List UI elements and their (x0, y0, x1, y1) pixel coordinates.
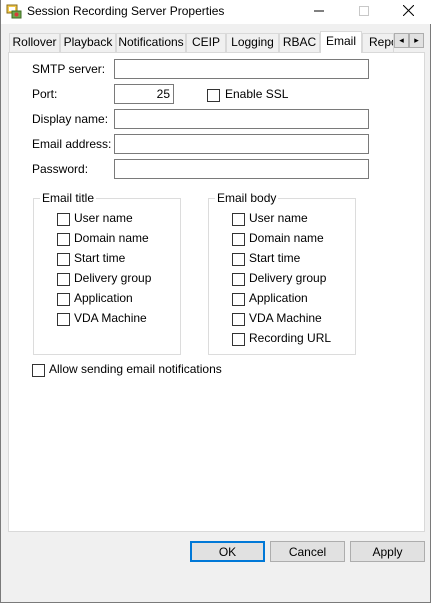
body-recording-url-checkbox[interactable] (232, 333, 245, 346)
body-recording-url-label: Recording URL (249, 331, 332, 345)
arrow-left-icon: ◂ (399, 35, 404, 45)
minimize-icon (313, 5, 324, 19)
title-delivery-group-label: Delivery group (74, 271, 152, 285)
smtp-server-label: SMTP server: (32, 62, 106, 76)
body-vda-machine-checkbox[interactable] (232, 313, 245, 326)
title-bar[interactable]: Session Recording Server Properties (1, 0, 431, 24)
email-title-group-label: Email title (40, 191, 97, 205)
minimize-button[interactable] (296, 0, 341, 24)
tab-rollover[interactable]: Rollover (9, 33, 60, 52)
title-start-time-label: Start time (74, 251, 126, 265)
title-application-checkbox[interactable] (57, 293, 70, 306)
body-start-time-checkbox[interactable] (232, 253, 245, 266)
tab-notifications[interactable]: Notifications (116, 33, 186, 52)
enable-ssl-checkbox[interactable] (207, 89, 220, 102)
close-icon (402, 4, 415, 19)
email-address-input[interactable] (114, 134, 369, 154)
cancel-button[interactable]: Cancel (270, 541, 345, 562)
email-tab-panel: SMTP server: Port: Enable SSL Display na… (8, 52, 425, 532)
email-body-group: Email body User name Domain name Start t… (208, 191, 356, 355)
title-domain-name-checkbox[interactable] (57, 233, 70, 246)
body-delivery-group-label: Delivery group (249, 271, 327, 285)
title-delivery-group-checkbox[interactable] (57, 273, 70, 286)
title-vda-machine-label: VDA Machine (74, 311, 147, 325)
maximize-button[interactable] (341, 0, 386, 24)
close-button[interactable] (386, 0, 431, 24)
tab-logging[interactable]: Logging (226, 33, 279, 52)
email-title-group: Email title User name Domain name Start … (33, 191, 181, 355)
recording-server-icon (6, 3, 22, 19)
body-start-time-label: Start time (249, 251, 301, 265)
title-user-name-label: User name (74, 211, 133, 225)
email-address-label: Email address: (32, 137, 112, 151)
maximize-icon (358, 5, 369, 19)
body-user-name-checkbox[interactable] (232, 213, 245, 226)
tab-scroll-left-button[interactable]: ◂ (394, 33, 409, 48)
tab-repo[interactable]: Repo (362, 33, 394, 52)
body-delivery-group-checkbox[interactable] (232, 273, 245, 286)
email-body-group-label: Email body (215, 191, 279, 205)
arrow-right-icon: ▸ (414, 35, 419, 45)
title-vda-machine-checkbox[interactable] (57, 313, 70, 326)
title-application-label: Application (74, 291, 133, 305)
title-domain-name-label: Domain name (74, 231, 149, 245)
tab-playback[interactable]: Playback (60, 33, 116, 52)
apply-button[interactable]: Apply (350, 541, 425, 562)
window-title: Session Recording Server Properties (27, 4, 225, 18)
tab-email[interactable]: Email (320, 31, 362, 53)
properties-dialog: Session Recording Server Properties Roll… (0, 0, 431, 603)
port-input[interactable] (114, 84, 174, 104)
body-domain-name-label: Domain name (249, 231, 324, 245)
port-label: Port: (32, 87, 58, 101)
ok-button[interactable]: OK (190, 541, 265, 562)
allow-notifications-label: Allow sending email notifications (49, 362, 222, 376)
display-name-label: Display name: (32, 112, 109, 126)
body-user-name-label: User name (249, 211, 308, 225)
title-user-name-checkbox[interactable] (57, 213, 70, 226)
tab-rbac[interactable]: RBAC (279, 33, 320, 52)
title-start-time-checkbox[interactable] (57, 253, 70, 266)
smtp-server-input[interactable] (114, 59, 369, 79)
body-vda-machine-label: VDA Machine (249, 311, 322, 325)
enable-ssl-label: Enable SSL (225, 87, 289, 101)
body-application-label: Application (249, 291, 308, 305)
tab-scroll-right-button[interactable]: ▸ (409, 33, 424, 48)
tab-ceip[interactable]: CEIP (186, 33, 226, 52)
allow-notifications-checkbox[interactable] (32, 364, 45, 377)
display-name-input[interactable] (114, 109, 369, 129)
body-application-checkbox[interactable] (232, 293, 245, 306)
body-domain-name-checkbox[interactable] (232, 233, 245, 246)
password-label: Password: (32, 162, 89, 176)
password-input[interactable] (114, 159, 369, 179)
